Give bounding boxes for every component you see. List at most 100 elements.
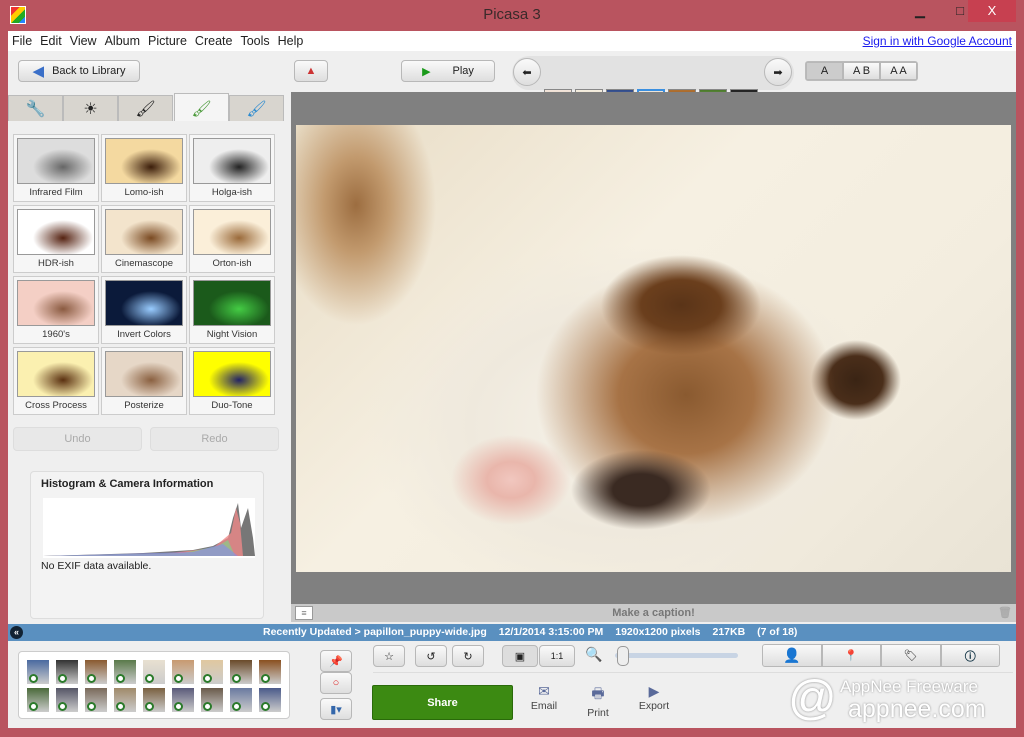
selected-check-icon (58, 702, 67, 711)
menu-file[interactable]: File (8, 31, 36, 51)
effect-cinemascope[interactable]: Cinemascope (101, 205, 187, 273)
tray-thumbnail[interactable] (56, 688, 78, 712)
menu-picture[interactable]: Picture (144, 31, 191, 51)
menu-album[interactable]: Album (101, 31, 144, 51)
tray-thumbnail[interactable] (143, 688, 165, 712)
hold-pin-button[interactable]: 📌 (320, 650, 352, 672)
share-button[interactable]: Share (372, 685, 513, 720)
effect-duo-tone[interactable]: Duo-Tone (189, 347, 275, 415)
caption-mode-a[interactable]: A (806, 62, 843, 80)
selected-check-icon (203, 674, 212, 683)
info-button[interactable]: ⓘ (940, 644, 1000, 667)
caption-bar[interactable]: ≡ Make a caption! 🗑 (291, 604, 1016, 622)
effect-night-vision[interactable]: Night Vision (189, 276, 275, 344)
zoom-slider-handle[interactable] (617, 646, 629, 666)
tags-button[interactable]: 🏷 (881, 644, 941, 667)
tab-basic-fixes[interactable]: 🔧 (8, 95, 63, 123)
wrench-icon: 🔧 (25, 101, 46, 118)
effect-posterize[interactable]: Posterize (101, 347, 187, 415)
actual-size-button[interactable]: 1:1 (539, 645, 575, 667)
caption-notes-icon[interactable]: ≡ (295, 606, 313, 620)
tray-thumbnail[interactable] (201, 660, 223, 684)
clear-tray-button[interactable]: ○ (320, 672, 352, 694)
effect-label: Invert Colors (117, 329, 171, 340)
people-button[interactable]: 👤 (762, 644, 822, 667)
tray-thumbnail[interactable] (172, 660, 194, 684)
tray-thumbnail[interactable] (259, 688, 281, 712)
tray-thumbnail[interactable] (27, 688, 49, 712)
tray-thumbnail[interactable] (172, 688, 194, 712)
export-button[interactable]: ▶ Export (634, 683, 674, 712)
sign-in-link[interactable]: Sign in with Google Account (863, 34, 1012, 48)
effect-hdr-ish[interactable]: HDR-ish (13, 205, 99, 273)
print-button[interactable]: 🖶 Print (580, 683, 616, 719)
tray-thumbnail[interactable] (143, 660, 165, 684)
tray-thumbnail[interactable] (85, 660, 107, 684)
menu-help[interactable]: Help (274, 31, 308, 51)
effect-preview (17, 138, 95, 184)
histogram-panel: Histogram & Camera Information No EXIF d… (30, 471, 264, 619)
app-client: File Edit View Album Picture Create Tools Help … (8, 31, 1016, 728)
right-arrow-icon: ➡ (773, 66, 783, 79)
menu-tools[interactable]: Tools (236, 31, 273, 51)
tab-effects-2[interactable]: 🖌 (174, 93, 229, 123)
caption-input[interactable]: Make a caption! (612, 607, 695, 619)
rotate-left-icon: ↺ (426, 650, 436, 663)
selected-check-icon (145, 702, 154, 711)
play-button[interactable]: ▶ Play (401, 60, 495, 82)
caption-mode-ab[interactable]: A B (843, 62, 880, 80)
next-photo-button[interactable]: ➡ (764, 58, 792, 86)
redo-button[interactable]: Redo (150, 427, 279, 451)
places-button[interactable]: 📍 (821, 644, 881, 667)
previous-photo-button[interactable]: ⬅ (513, 58, 541, 86)
tray-thumbnail[interactable] (201, 688, 223, 712)
tray-thumbnail[interactable] (56, 660, 78, 684)
effect-invert-colors[interactable]: Invert Colors (101, 276, 187, 344)
upload-collage-button[interactable]: ▲ (294, 60, 328, 82)
selected-check-icon (232, 674, 241, 683)
tray-thumbnail[interactable] (230, 660, 252, 684)
effect-orton-ish[interactable]: Orton-ish (189, 205, 275, 273)
caption-mode-aa[interactable]: A A (880, 62, 917, 80)
tab-effects-3[interactable]: 🖌 (229, 95, 284, 123)
effect-label: Holga-ish (211, 187, 253, 198)
star-button[interactable]: ☆ (373, 645, 405, 667)
trash-icon[interactable]: 🗑 (998, 604, 1012, 622)
minimize-button[interactable]: ▁ (905, 0, 935, 22)
tray-thumbnail[interactable] (27, 660, 49, 684)
tray-thumbnail[interactable] (230, 688, 252, 712)
menu-edit[interactable]: Edit (36, 31, 66, 51)
title-bar: Picasa 3 ▁ □ X (0, 0, 1024, 30)
tab-effects[interactable]: 🖌 (118, 95, 173, 123)
fit-icon: ▣ (514, 650, 526, 663)
tab-tuning[interactable]: ☀ (63, 95, 118, 123)
effect-preview (193, 351, 271, 397)
effect-cross-process[interactable]: Cross Process (13, 347, 99, 415)
effect-holga-ish[interactable]: Holga-ish (189, 134, 275, 202)
photo-tray (18, 651, 290, 719)
email-button[interactable]: ✉ Email (524, 683, 564, 712)
back-to-library-button[interactable]: ◀ Back to Library (18, 60, 140, 82)
undo-button[interactable]: Undo (13, 427, 142, 451)
add-to-album-button[interactable]: ▮▾ (320, 698, 352, 720)
tray-thumbnail[interactable] (114, 688, 136, 712)
effect-1960-s[interactable]: 1960's (13, 276, 99, 344)
effect-lomo-ish[interactable]: Lomo-ish (101, 134, 187, 202)
effect-infrared-film[interactable]: Infrared Film (13, 134, 99, 202)
effect-label: Posterize (124, 400, 164, 411)
tray-thumbnail[interactable] (259, 660, 281, 684)
rotate-right-button[interactable]: ↻ (452, 645, 484, 667)
menu-create[interactable]: Create (191, 31, 237, 51)
menu-view[interactable]: View (66, 31, 101, 51)
tray-thumbnail[interactable] (114, 660, 136, 684)
collapse-icon[interactable]: « (10, 626, 23, 639)
selected-check-icon (174, 702, 183, 711)
rotate-left-button[interactable]: ↺ (415, 645, 447, 667)
tray-thumbnail[interactable] (85, 688, 107, 712)
zoom-slider[interactable] (615, 653, 738, 658)
fit-to-window-button[interactable]: ▣ (502, 645, 538, 667)
rotate-right-icon: ↻ (463, 650, 473, 663)
close-button[interactable]: X (968, 0, 1016, 22)
main-photo[interactable] (296, 125, 1011, 572)
selected-check-icon (29, 702, 38, 711)
